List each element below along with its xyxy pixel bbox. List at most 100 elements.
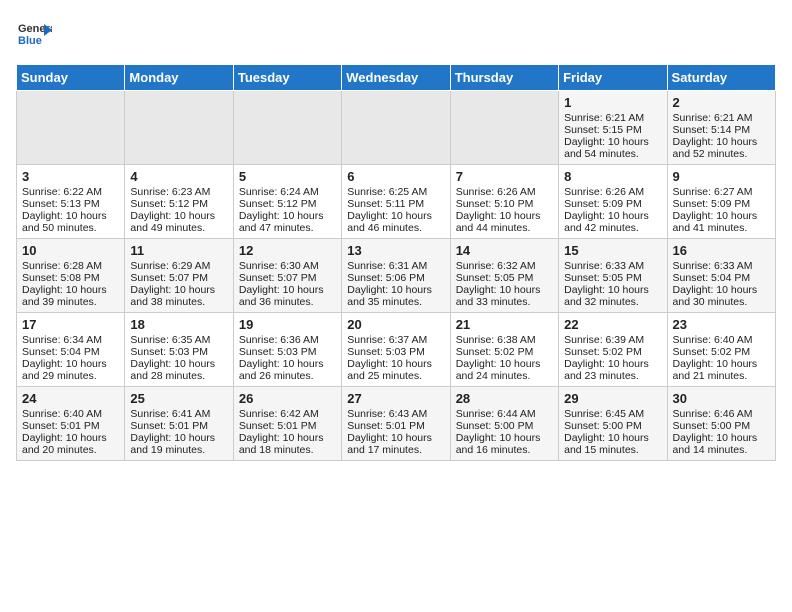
- daylight-text: Daylight: 10 hours and 52 minutes.: [673, 136, 770, 160]
- calendar-day-cell: 11Sunrise: 6:29 AMSunset: 5:07 PMDayligh…: [125, 239, 233, 313]
- sunset-text: Sunset: 5:03 PM: [347, 346, 444, 358]
- sunrise-text: Sunrise: 6:45 AM: [564, 408, 661, 420]
- calendar-day-cell: 7Sunrise: 6:26 AMSunset: 5:10 PMDaylight…: [450, 165, 558, 239]
- calendar-day-cell: 16Sunrise: 6:33 AMSunset: 5:04 PMDayligh…: [667, 239, 775, 313]
- daylight-text: Daylight: 10 hours and 47 minutes.: [239, 210, 336, 234]
- daylight-text: Daylight: 10 hours and 32 minutes.: [564, 284, 661, 308]
- day-number: 7: [456, 169, 553, 184]
- logo-icon: General Blue: [16, 16, 52, 52]
- weekday-header-monday: Monday: [125, 65, 233, 91]
- day-number: 18: [130, 317, 227, 332]
- day-number: 2: [673, 95, 770, 110]
- sunrise-text: Sunrise: 6:41 AM: [130, 408, 227, 420]
- daylight-text: Daylight: 10 hours and 46 minutes.: [347, 210, 444, 234]
- calendar-day-cell: 17Sunrise: 6:34 AMSunset: 5:04 PMDayligh…: [17, 313, 125, 387]
- sunset-text: Sunset: 5:07 PM: [239, 272, 336, 284]
- calendar-day-cell: 29Sunrise: 6:45 AMSunset: 5:00 PMDayligh…: [559, 387, 667, 461]
- sunrise-text: Sunrise: 6:46 AM: [673, 408, 770, 420]
- sunrise-text: Sunrise: 6:36 AM: [239, 334, 336, 346]
- sunset-text: Sunset: 5:05 PM: [564, 272, 661, 284]
- sunrise-text: Sunrise: 6:40 AM: [673, 334, 770, 346]
- sunset-text: Sunset: 5:09 PM: [673, 198, 770, 210]
- sunrise-text: Sunrise: 6:38 AM: [456, 334, 553, 346]
- calendar-day-cell: 3Sunrise: 6:22 AMSunset: 5:13 PMDaylight…: [17, 165, 125, 239]
- daylight-text: Daylight: 10 hours and 50 minutes.: [22, 210, 119, 234]
- sunrise-text: Sunrise: 6:44 AM: [456, 408, 553, 420]
- weekday-header-row: SundayMondayTuesdayWednesdayThursdayFrid…: [17, 65, 776, 91]
- daylight-text: Daylight: 10 hours and 42 minutes.: [564, 210, 661, 234]
- sunrise-text: Sunrise: 6:28 AM: [22, 260, 119, 272]
- sunset-text: Sunset: 5:05 PM: [456, 272, 553, 284]
- calendar-day-cell: 28Sunrise: 6:44 AMSunset: 5:00 PMDayligh…: [450, 387, 558, 461]
- daylight-text: Daylight: 10 hours and 39 minutes.: [22, 284, 119, 308]
- sunrise-text: Sunrise: 6:22 AM: [22, 186, 119, 198]
- sunrise-text: Sunrise: 6:26 AM: [564, 186, 661, 198]
- sunset-text: Sunset: 5:01 PM: [22, 420, 119, 432]
- calendar-day-cell: 13Sunrise: 6:31 AMSunset: 5:06 PMDayligh…: [342, 239, 450, 313]
- day-number: 11: [130, 243, 227, 258]
- day-number: 6: [347, 169, 444, 184]
- sunrise-text: Sunrise: 6:33 AM: [673, 260, 770, 272]
- daylight-text: Daylight: 10 hours and 23 minutes.: [564, 358, 661, 382]
- daylight-text: Daylight: 10 hours and 25 minutes.: [347, 358, 444, 382]
- sunset-text: Sunset: 5:13 PM: [22, 198, 119, 210]
- sunrise-text: Sunrise: 6:24 AM: [239, 186, 336, 198]
- calendar-day-cell: 6Sunrise: 6:25 AMSunset: 5:11 PMDaylight…: [342, 165, 450, 239]
- day-number: 15: [564, 243, 661, 258]
- sunset-text: Sunset: 5:01 PM: [130, 420, 227, 432]
- daylight-text: Daylight: 10 hours and 33 minutes.: [456, 284, 553, 308]
- day-number: 4: [130, 169, 227, 184]
- calendar-day-cell: 27Sunrise: 6:43 AMSunset: 5:01 PMDayligh…: [342, 387, 450, 461]
- daylight-text: Daylight: 10 hours and 16 minutes.: [456, 432, 553, 456]
- daylight-text: Daylight: 10 hours and 19 minutes.: [130, 432, 227, 456]
- day-number: 13: [347, 243, 444, 258]
- daylight-text: Daylight: 10 hours and 14 minutes.: [673, 432, 770, 456]
- sunset-text: Sunset: 5:01 PM: [239, 420, 336, 432]
- day-number: 25: [130, 391, 227, 406]
- weekday-header-thursday: Thursday: [450, 65, 558, 91]
- sunrise-text: Sunrise: 6:33 AM: [564, 260, 661, 272]
- daylight-text: Daylight: 10 hours and 20 minutes.: [22, 432, 119, 456]
- calendar-day-cell: 2Sunrise: 6:21 AMSunset: 5:14 PMDaylight…: [667, 91, 775, 165]
- calendar-day-cell: 5Sunrise: 6:24 AMSunset: 5:12 PMDaylight…: [233, 165, 341, 239]
- sunrise-text: Sunrise: 6:30 AM: [239, 260, 336, 272]
- calendar-week-row: 3Sunrise: 6:22 AMSunset: 5:13 PMDaylight…: [17, 165, 776, 239]
- calendar-day-cell: 20Sunrise: 6:37 AMSunset: 5:03 PMDayligh…: [342, 313, 450, 387]
- sunset-text: Sunset: 5:00 PM: [564, 420, 661, 432]
- sunset-text: Sunset: 5:04 PM: [22, 346, 119, 358]
- sunrise-text: Sunrise: 6:37 AM: [347, 334, 444, 346]
- sunrise-text: Sunrise: 6:26 AM: [456, 186, 553, 198]
- sunset-text: Sunset: 5:03 PM: [130, 346, 227, 358]
- calendar-day-cell: 10 Sunrise: 6:28 AMSunset: 5:08 PMDayligh…: [17, 239, 125, 313]
- calendar-day-cell: 23Sunrise: 6:40 AMSunset: 5:02 PMDayligh…: [667, 313, 775, 387]
- weekday-header-wednesday: Wednesday: [342, 65, 450, 91]
- day-number: 28: [456, 391, 553, 406]
- sunrise-text: Sunrise: 6:40 AM: [22, 408, 119, 420]
- day-number: 21: [456, 317, 553, 332]
- weekday-header-sunday: Sunday: [17, 65, 125, 91]
- sunrise-text: Sunrise: 6:21 AM: [564, 112, 661, 124]
- calendar-week-row: 10Sunrise: 6:28 AMSunset: 5:08 PMDayligh…: [17, 239, 776, 313]
- sunrise-text: Sunrise: 6:23 AM: [130, 186, 227, 198]
- calendar-week-row: 17Sunrise: 6:34 AMSunset: 5:04 PMDayligh…: [17, 313, 776, 387]
- daylight-text: Daylight: 10 hours and 44 minutes.: [456, 210, 553, 234]
- calendar-day-cell: 14Sunrise: 6:32 AMSunset: 5:05 PMDayligh…: [450, 239, 558, 313]
- sunset-text: Sunset: 5:01 PM: [347, 420, 444, 432]
- sunrise-text: Sunrise: 6:21 AM: [673, 112, 770, 124]
- daylight-text: Daylight: 10 hours and 49 minutes.: [130, 210, 227, 234]
- sunset-text: Sunset: 5:15 PM: [564, 124, 661, 136]
- sunrise-text: Sunrise: 6:32 AM: [456, 260, 553, 272]
- calendar-day-cell: 12Sunrise: 6:30 AMSunset: 5:07 PMDayligh…: [233, 239, 341, 313]
- calendar-day-cell: 9Sunrise: 6:27 AMSunset: 5:09 PMDaylight…: [667, 165, 775, 239]
- svg-text:Blue: Blue: [18, 35, 42, 47]
- daylight-text: Daylight: 10 hours and 17 minutes.: [347, 432, 444, 456]
- day-number: 12: [239, 243, 336, 258]
- day-number: 10: [22, 243, 119, 258]
- calendar-week-row: 1Sunrise: 6:21 AMSunset: 5:15 PMDaylight…: [17, 91, 776, 165]
- sunset-text: Sunset: 5:08 PM: [22, 272, 119, 284]
- sunset-text: Sunset: 5:02 PM: [456, 346, 553, 358]
- weekday-header-saturday: Saturday: [667, 65, 775, 91]
- weekday-header-tuesday: Tuesday: [233, 65, 341, 91]
- sunset-text: Sunset: 5:00 PM: [673, 420, 770, 432]
- calendar-day-cell: [17, 91, 125, 165]
